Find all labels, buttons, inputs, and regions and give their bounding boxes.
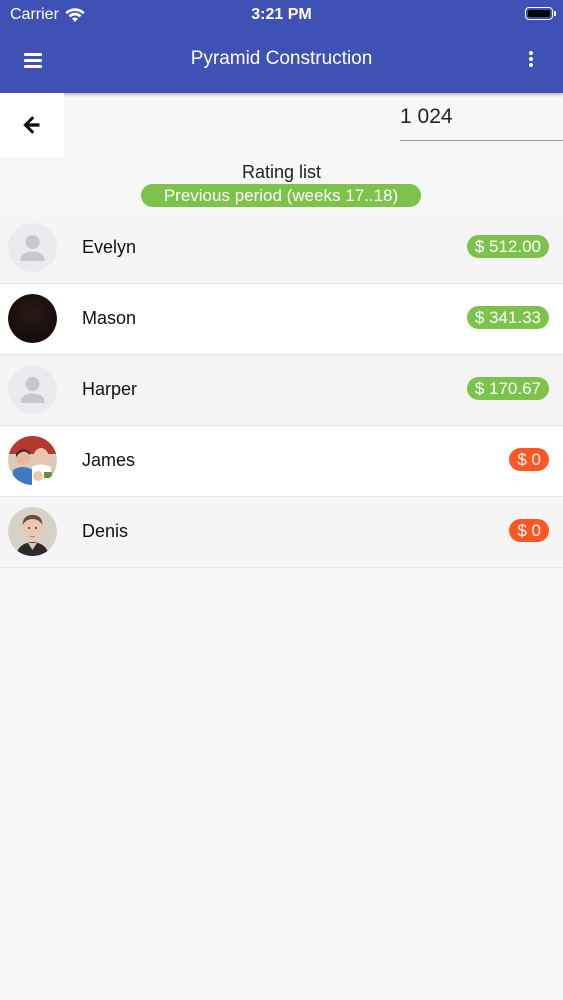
amount-badge: $ 0 [509,519,549,542]
period-badge: Previous period (weeks 17..18) [141,184,421,207]
dark-photo-avatar [8,294,57,343]
battery-icon [525,7,556,20]
top-bar: Carrier 3:21 PM Pyramid Construction [0,0,563,93]
person-name: Mason [82,308,137,328]
rating-list: Evelyn $ 512.00 Mason $ 341.33 Harper $ … [0,213,563,568]
status-time: 3:21 PM [251,6,312,23]
person-name: Denis [82,521,129,541]
app-title: Pyramid Construction [190,48,373,69]
amount-input[interactable]: 1 024 [400,100,563,141]
list-item[interactable]: Harper $ 170.67 [0,355,563,426]
list-item[interactable]: Evelyn $ 512.00 [0,213,563,284]
status-bar: Carrier 3:21 PM [0,0,563,30]
rating-list-title: Rating list [241,162,322,182]
list-item[interactable]: Denis $ 0 [0,497,563,568]
amount-badge: $ 0 [509,448,549,471]
list-item[interactable]: Mason $ 341.33 [0,284,563,355]
amount-badge: $ 512.00 [466,235,549,258]
back-button[interactable] [0,93,64,157]
placeholder-avatar [8,365,57,414]
portrait-photo-avatar [8,507,57,556]
app-bar: Pyramid Construction [0,30,563,93]
placeholder-avatar [8,223,57,272]
person-name: James [82,450,136,470]
family-photo-avatar [8,436,57,485]
arrow-left-icon [23,116,41,134]
person-name: Harper [82,379,138,399]
list-item[interactable]: James $ 0 [0,426,563,497]
more-options-icon[interactable] [529,51,533,67]
amount-badge: $ 170.67 [466,377,549,400]
amount-badge: $ 341.33 [466,306,549,329]
person-name: Evelyn [82,237,137,257]
